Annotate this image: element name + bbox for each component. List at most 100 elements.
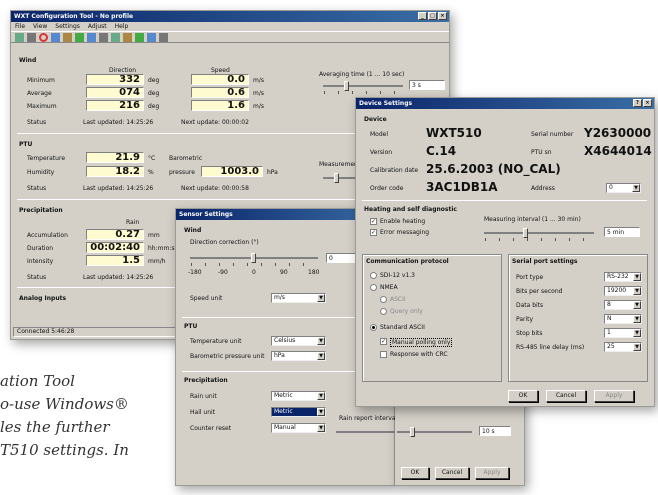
- maximize-button[interactable]: □: [428, 12, 437, 20]
- pressure-label: pressure: [169, 169, 195, 176]
- sdi12-label[interactable]: SDI-12 v1.3: [380, 272, 415, 279]
- query-only-label[interactable]: Query only: [390, 308, 423, 315]
- chevron-down-icon[interactable]: ▼: [633, 301, 641, 309]
- rs485-delay-select[interactable]: 25 ▼: [604, 342, 642, 352]
- terminal-icon[interactable]: [147, 32, 156, 42]
- chevron-down-icon[interactable]: ▼: [317, 424, 325, 432]
- query-only-radio[interactable]: [380, 308, 387, 315]
- measuring-interval-value[interactable]: 5 min: [604, 227, 640, 237]
- device-icon[interactable]: [99, 32, 108, 42]
- measurement-interval-thumb[interactable]: [334, 173, 339, 183]
- wind-icon[interactable]: [51, 32, 60, 42]
- rs485-delay-value: 25: [607, 343, 615, 350]
- port-type-value: RS-232: [607, 273, 629, 280]
- stop-bits-select[interactable]: 1 ▼: [604, 328, 642, 338]
- connect-icon[interactable]: [15, 32, 24, 42]
- measuring-interval-slider[interactable]: [484, 228, 594, 241]
- model-label: Model: [370, 131, 389, 138]
- analog-icon[interactable]: [123, 32, 132, 42]
- stop-icon[interactable]: [39, 32, 48, 42]
- manual-polling-checkbox[interactable]: ✓: [380, 338, 387, 345]
- enable-heating-checkbox[interactable]: ✓: [370, 218, 377, 225]
- duration-value: 00:02:40: [86, 242, 144, 253]
- chevron-down-icon[interactable]: ▼: [632, 184, 640, 192]
- minimize-button[interactable]: _: [418, 12, 427, 20]
- stop-bits-label: Stop bits: [516, 330, 543, 337]
- menu-file[interactable]: File: [15, 23, 25, 30]
- chevron-down-icon[interactable]: ▼: [317, 392, 325, 400]
- help-icon[interactable]: [159, 32, 168, 42]
- chevron-down-icon[interactable]: ▼: [317, 352, 325, 360]
- log-icon[interactable]: [135, 32, 144, 42]
- error-messaging-label[interactable]: Error messaging: [380, 229, 429, 236]
- nmea-label[interactable]: NMEA: [380, 284, 398, 291]
- measuring-interval-thumb[interactable]: [523, 228, 528, 238]
- device-apply-button[interactable]: Apply: [594, 390, 634, 402]
- parity-select[interactable]: N ▼: [604, 314, 642, 324]
- enable-heating-label[interactable]: Enable heating: [380, 218, 425, 225]
- disconnect-icon[interactable]: [27, 32, 36, 42]
- direction-correction-thumb[interactable]: [251, 253, 256, 263]
- chevron-down-icon[interactable]: ▼: [317, 294, 325, 302]
- device-cancel-button[interactable]: Cancel: [546, 390, 586, 402]
- duration-unit: hh:mm:ss: [148, 245, 178, 252]
- averaging-time-slider[interactable]: [323, 81, 403, 94]
- precipitation-last-updated: Last updated: 14:25:26: [83, 274, 154, 281]
- bits-per-second-select[interactable]: 19200 ▼: [604, 286, 642, 296]
- chevron-down-icon[interactable]: ▼: [633, 329, 641, 337]
- device-settings-title-bar[interactable]: Device Settings ? ×: [356, 98, 654, 109]
- averaging-time-thumb[interactable]: [344, 81, 349, 91]
- chevron-down-icon[interactable]: ▼: [633, 315, 641, 323]
- rain-interval-track-ext[interactable]: [397, 427, 472, 437]
- address-select[interactable]: 0 ▼: [606, 183, 641, 193]
- chevron-down-icon[interactable]: ▼: [633, 273, 641, 281]
- serial-port-heading: Serial port settings: [512, 258, 578, 265]
- speed-unit-label: Speed unit: [190, 295, 223, 302]
- baro-unit-select[interactable]: hPa ▼: [271, 351, 326, 361]
- direction-correction-slider[interactable]: [190, 253, 318, 266]
- response-crc-label[interactable]: Response with CRC: [390, 351, 448, 358]
- standard-ascii-label[interactable]: Standard ASCII: [380, 324, 425, 331]
- humidity-unit: %: [148, 169, 154, 176]
- precipitation-icon[interactable]: [75, 32, 84, 42]
- manual-polling-label[interactable]: Manual polling only: [390, 338, 453, 347]
- data-bits-select[interactable]: 8 ▼: [604, 300, 642, 310]
- sensor-icon[interactable]: [111, 32, 120, 42]
- chevron-down-icon[interactable]: ▼: [633, 343, 641, 351]
- sensor-ok-button-ext[interactable]: OK: [401, 467, 429, 479]
- intensity-label: Intensity: [27, 258, 54, 265]
- menu-view[interactable]: View: [33, 23, 47, 30]
- close-button[interactable]: ×: [438, 12, 447, 20]
- temperature-unit-select[interactable]: Celsius ▼: [271, 336, 326, 346]
- standard-ascii-radio[interactable]: [370, 324, 377, 331]
- counter-reset-select[interactable]: Manual ▼: [271, 423, 326, 433]
- menu-adjust[interactable]: Adjust: [88, 23, 107, 30]
- rain-interval-value[interactable]: 10 s: [479, 426, 511, 436]
- chevron-down-icon[interactable]: ▼: [317, 337, 325, 345]
- rain-interval-thumb-ext[interactable]: [410, 427, 415, 437]
- order-code-value: 3AC1DB1A: [426, 180, 498, 194]
- ascii-radio[interactable]: [380, 296, 387, 303]
- error-messaging-checkbox[interactable]: ✓: [370, 229, 377, 236]
- main-title-bar[interactable]: WXT Configuration Tool - No profile _ □ …: [11, 11, 449, 22]
- chevron-down-icon[interactable]: ▼: [317, 408, 325, 416]
- response-crc-checkbox[interactable]: [380, 351, 387, 358]
- rain-unit-select[interactable]: Metric ▼: [271, 391, 326, 401]
- ascii-label[interactable]: ASCII: [390, 296, 406, 303]
- close-button[interactable]: ×: [643, 99, 652, 107]
- nmea-radio[interactable]: [370, 284, 377, 291]
- dir-tick-1: -180: [188, 269, 202, 276]
- sensor-cancel-button-ext[interactable]: Cancel: [435, 467, 469, 479]
- speed-unit-select[interactable]: m/s ▼: [271, 293, 326, 303]
- help-button[interactable]: ?: [633, 99, 642, 107]
- heating-icon[interactable]: [87, 32, 96, 42]
- ptu-icon[interactable]: [63, 32, 72, 42]
- menu-help[interactable]: Help: [115, 23, 129, 30]
- chevron-down-icon[interactable]: ▼: [633, 287, 641, 295]
- sdi12-radio[interactable]: [370, 272, 377, 279]
- sensor-apply-button-ext[interactable]: Apply: [475, 467, 509, 479]
- port-type-select[interactable]: RS-232 ▼: [604, 272, 642, 282]
- menu-settings[interactable]: Settings: [55, 23, 80, 30]
- device-ok-button[interactable]: OK: [508, 390, 538, 402]
- hail-unit-select[interactable]: Metric ▼: [271, 407, 326, 417]
